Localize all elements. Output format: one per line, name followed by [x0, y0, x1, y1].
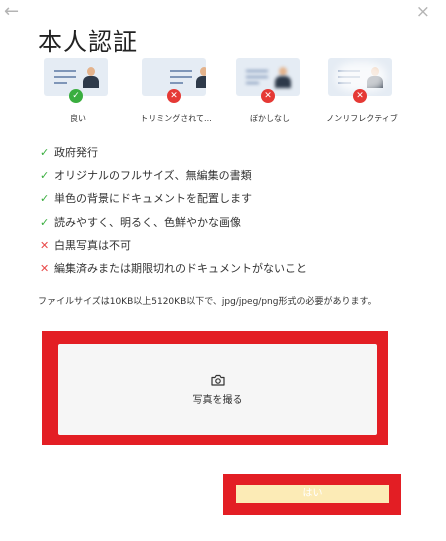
requirement-text: 読みやすく、明るく、色鮮やかな画像: [54, 215, 241, 229]
example-cropped: ✕ トリミングされて...: [136, 58, 216, 128]
example-label: ノンリフレクティブ: [326, 114, 398, 123]
close-icon[interactable]: ×: [416, 3, 430, 21]
file-size-note: ファイルサイズは10KB以上5120KB以下で、jpg/jpeg/png形式の必…: [38, 297, 377, 307]
requirements-list: ✓ 政府発行 ✓ オリジナルのフルサイズ、無編集の書類 ✓ 単色の背景にドキュメ…: [40, 145, 307, 284]
page-title: 本人認証: [38, 28, 138, 56]
check-icon: ✓: [40, 215, 50, 229]
confirm-button[interactable]: はい: [236, 485, 389, 503]
requirement-item: ✕ 白黒写真は不可: [40, 238, 307, 261]
requirement-item: ✓ 読みやすく、明るく、色鮮やかな画像: [40, 215, 307, 238]
check-icon: ✓: [40, 192, 50, 206]
requirement-item: ✓ 政府発行: [40, 145, 307, 168]
requirement-item: ✕ 編集済みまたは期限切れのドキュメントがないこと: [40, 261, 307, 284]
take-photo-button[interactable]: 写真を撮る: [58, 344, 377, 435]
camera-icon: [210, 374, 225, 386]
cross-icon: ✕: [261, 89, 275, 103]
check-icon: ✓: [40, 146, 50, 159]
requirement-text: 白黒写真は不可: [54, 238, 131, 252]
example-label: トリミングされて...: [140, 114, 212, 123]
check-icon: ✓: [40, 169, 50, 183]
requirement-text: 編集済みまたは期限切れのドキュメントがないこと: [54, 261, 307, 275]
example-good: ✓ 良い: [38, 58, 118, 128]
cross-icon: ✕: [353, 89, 367, 103]
document-examples: ✓ 良い ✕ トリミングされて... ✕ ぼかしなし ✕ ノンリフレクティブ: [38, 58, 416, 128]
back-arrow-icon[interactable]: ←: [4, 3, 19, 21]
example-label: ぼかしなし: [250, 114, 290, 123]
check-icon: ✓: [69, 89, 83, 103]
example-glare: ✕ ノンリフレクティブ: [322, 58, 402, 128]
requirement-text: 政府発行: [54, 146, 98, 159]
cross-icon: ✕: [40, 261, 50, 275]
take-photo-label: 写真を撮る: [192, 394, 243, 406]
example-blurred: ✕ ぼかしなし: [230, 58, 310, 128]
requirement-text: オリジナルのフルサイズ、無編集の書類: [54, 169, 252, 183]
requirement-text: 単色の背景にドキュメントを配置します: [54, 192, 252, 206]
cross-icon: ✕: [40, 238, 50, 252]
example-label: 良い: [70, 114, 86, 123]
cross-icon: ✕: [167, 89, 181, 103]
requirement-item: ✓ オリジナルのフルサイズ、無編集の書類: [40, 168, 307, 191]
requirement-item: ✓ 単色の背景にドキュメントを配置します: [40, 191, 307, 214]
